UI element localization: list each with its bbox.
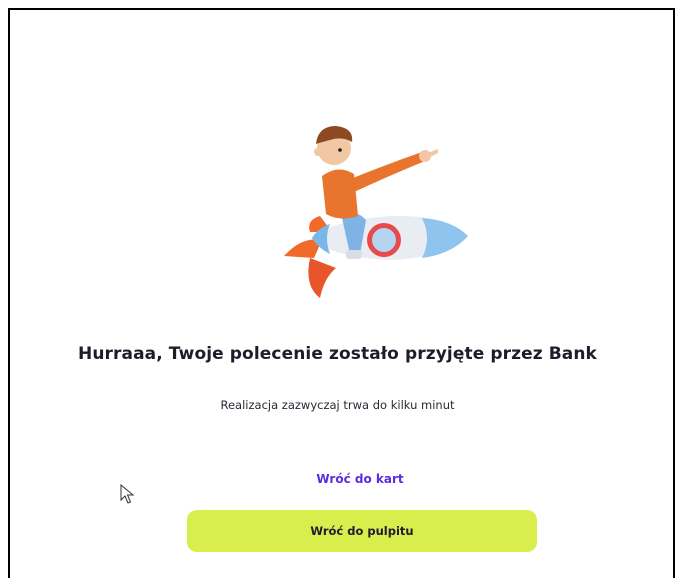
boy-riding-rocket-illustration (284, 126, 468, 298)
page-title: Hurraaa, Twoje polecenie zostało przyjęt… (78, 344, 597, 364)
mouse-pointer-icon (120, 484, 134, 504)
subtitle-text: Realizacja zazwyczaj trwa do kilku minut (220, 398, 455, 412)
back-to-cards-link[interactable]: Wróć do kart (0, 472, 675, 486)
back-to-dashboard-button[interactable]: Wróć do pulpitu (187, 510, 537, 552)
